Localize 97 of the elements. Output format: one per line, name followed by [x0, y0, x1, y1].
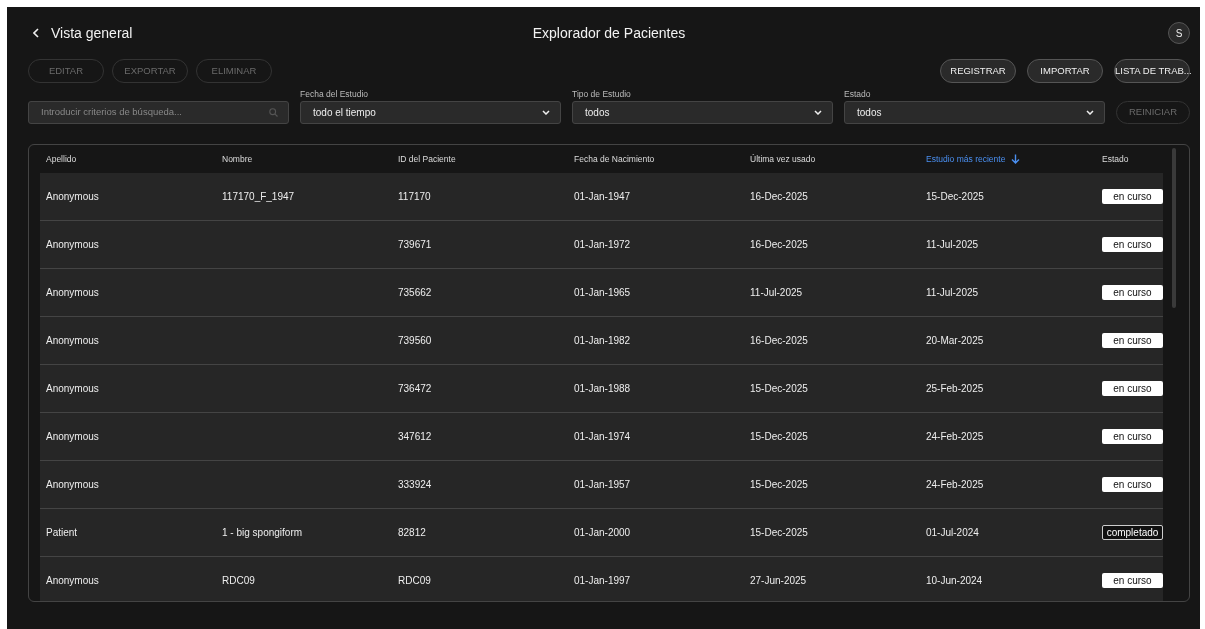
table-cell-text: RDC09	[398, 574, 432, 588]
table-row[interactable]: Anonymous RDC09 RDC09 01-Jan-1997 27-Jun-2025 10-Jun-2024 en curso	[40, 557, 1163, 601]
table-cell-text: 24-Feb-2025	[926, 478, 985, 492]
table-cell-text: Anonymous	[46, 238, 100, 252]
user-avatar[interactable]: S	[1168, 22, 1190, 44]
table-row[interactable]: Anonymous 117170_F_1947 117170 01-Jan-1947 16-Dec-2025 15-Dec-2025 en curso	[40, 173, 1163, 221]
dropdown[interactable]: todos	[844, 101, 1105, 124]
table-cell-text: 24-Feb-2025	[926, 430, 985, 444]
table-cell-text: Anonymous	[46, 286, 100, 300]
table-row[interactable]: Anonymous 347612 01-Jan-1974 15-Dec-2025 24-Feb-2025 en curso	[40, 413, 1163, 461]
table-cell-text: 736472	[398, 382, 433, 396]
column-header[interactable]: Estado	[1102, 152, 1163, 166]
table-cell-text: 25-Feb-2025	[926, 382, 985, 396]
status-badge: en curso	[1102, 573, 1163, 588]
column-header[interactable]: Nombre	[222, 152, 398, 166]
dropdown-value: todo el tiempo	[313, 106, 377, 120]
action-button[interactable]: REGISTRAR	[940, 59, 1016, 83]
table-cell-text: 333924	[398, 478, 433, 492]
table-cell-text: Anonymous	[46, 574, 100, 588]
status-badge: en curso	[1102, 477, 1163, 492]
table-cell-text: Anonymous	[46, 190, 100, 204]
table-cell-text: 15-Dec-2025	[750, 430, 809, 444]
scrollbar[interactable]	[1172, 148, 1176, 308]
back-icon	[33, 28, 39, 38]
filter-label: Tipo de Estudio	[572, 88, 632, 101]
table-row[interactable]: Anonymous 739560 01-Jan-1982 16-Dec-2025 20-Mar-2025 en curso	[40, 317, 1163, 365]
table-cell-text: Patient	[46, 526, 79, 540]
table-cell-text: 01-Jan-1997	[574, 574, 632, 588]
table-cell-text: 01-Jan-1965	[574, 286, 632, 300]
column-header[interactable]: Apellido	[46, 152, 222, 166]
table-cell-text: 11-Jul-2025	[926, 238, 980, 252]
action-button[interactable]: IMPORTAR	[1027, 59, 1103, 83]
page-title: Explorador de Pacientes	[532, 23, 686, 43]
filter-label: Fecha del Estudio	[300, 88, 370, 101]
column-header[interactable]: Estudio más reciente	[926, 152, 1102, 166]
table-cell-text: 27-Jun-2025	[750, 574, 808, 588]
table-cell-text: 739560	[398, 334, 433, 348]
table-cell-text: 15-Dec-2025	[750, 478, 809, 492]
chevron-down-icon	[814, 110, 822, 115]
table-cell-text: 11-Jul-2025	[750, 286, 804, 300]
table-cell-text: 01-Jul-2024	[926, 526, 980, 540]
table-cell-text: 01-Jan-1988	[574, 382, 632, 396]
status-badge: en curso	[1102, 285, 1163, 300]
table-cell-text: Anonymous	[46, 334, 100, 348]
table-cell-text: 20-Mar-2025	[926, 334, 985, 348]
status-badge: en curso	[1102, 237, 1163, 252]
table-row[interactable]: Anonymous 333924 01-Jan-1957 15-Dec-2025 24-Feb-2025 en curso	[40, 461, 1163, 509]
table-cell-text: 15-Dec-2025	[926, 190, 985, 204]
table-cell-text: Anonymous	[46, 478, 100, 492]
dropdown-value: todos	[585, 106, 611, 120]
table-cell-text: 117170_F_1947	[222, 190, 296, 204]
status-badge: en curso	[1102, 333, 1163, 348]
table-cell-text: 1 - big spongiform	[222, 526, 304, 540]
table-cell-text: 01-Jan-2000	[574, 526, 632, 540]
table-row[interactable]: Anonymous 739671 01-Jan-1972 16-Dec-2025 11-Jul-2025 en curso	[40, 221, 1163, 269]
sort-down-icon	[1011, 154, 1021, 164]
search-icon	[269, 108, 278, 117]
table-cell-text: 117170	[398, 190, 432, 204]
dropdown[interactable]: todos	[572, 101, 833, 124]
table-cell-text: 01-Jan-1957	[574, 478, 632, 492]
table-row[interactable]: Patient 1 - big spongiform 82812 01-Jan-2000 15-Dec-2025 01-Jul-2024 completado	[40, 509, 1163, 557]
back-link[interactable]: Vista general	[28, 22, 133, 44]
table-cell-text: 10-Jun-2024	[926, 574, 984, 588]
table-cell-text: 735662	[398, 286, 433, 300]
table-cell-text: RDC09	[222, 574, 256, 588]
chevron-down-icon	[1086, 110, 1094, 115]
status-badge: en curso	[1102, 429, 1163, 444]
dropdown-value: todos	[857, 106, 883, 120]
table-cell-text: 15-Dec-2025	[750, 382, 809, 396]
table-cell-text: 15-Dec-2025	[750, 526, 809, 540]
table-cell-text: 16-Dec-2025	[750, 334, 809, 348]
status-badge: en curso	[1102, 189, 1163, 204]
table-cell-text: Anonymous	[46, 430, 100, 444]
table-cell-text: 16-Dec-2025	[750, 238, 809, 252]
status-badge: en curso	[1102, 381, 1163, 396]
table-row[interactable]: Anonymous 736472 01-Jan-1988 15-Dec-2025 25-Feb-2025 en curso	[40, 365, 1163, 413]
table-cell-text: 347612	[398, 430, 433, 444]
dropdown[interactable]: todo el tiempo	[300, 101, 561, 124]
column-header[interactable]: Última vez usado	[750, 152, 926, 166]
status-badge: completado	[1102, 525, 1163, 540]
column-header[interactable]: Fecha de Nacimiento	[574, 152, 750, 166]
table-cell-text: 739671	[398, 238, 433, 252]
table-cell-text: Anonymous	[46, 382, 100, 396]
table-cell-text: 01-Jan-1972	[574, 238, 632, 252]
column-header[interactable]: ID del Paciente	[398, 152, 574, 166]
chevron-down-icon	[542, 110, 550, 115]
table-cell-text: 01-Jan-1947	[574, 190, 632, 204]
action-button[interactable]: LISTA DE TRAB...	[1114, 59, 1190, 83]
search-input[interactable]: Introducir criterios de búsqueda...	[41, 105, 269, 120]
table-cell-text: 16-Dec-2025	[750, 190, 809, 204]
table-cell-text: 01-Jan-1982	[574, 334, 632, 348]
table-cell-text: 82812	[398, 526, 427, 540]
table-row[interactable]: Anonymous 735662 01-Jan-1965 11-Jul-2025 11-Jul-2025 en curso	[40, 269, 1163, 317]
table-cell-text: 01-Jan-1974	[574, 430, 632, 444]
filter-label: Estado	[844, 88, 872, 101]
table-cell-text: 11-Jul-2025	[926, 286, 980, 300]
search-field[interactable]: Introducir criterios de búsqueda...	[28, 101, 289, 124]
